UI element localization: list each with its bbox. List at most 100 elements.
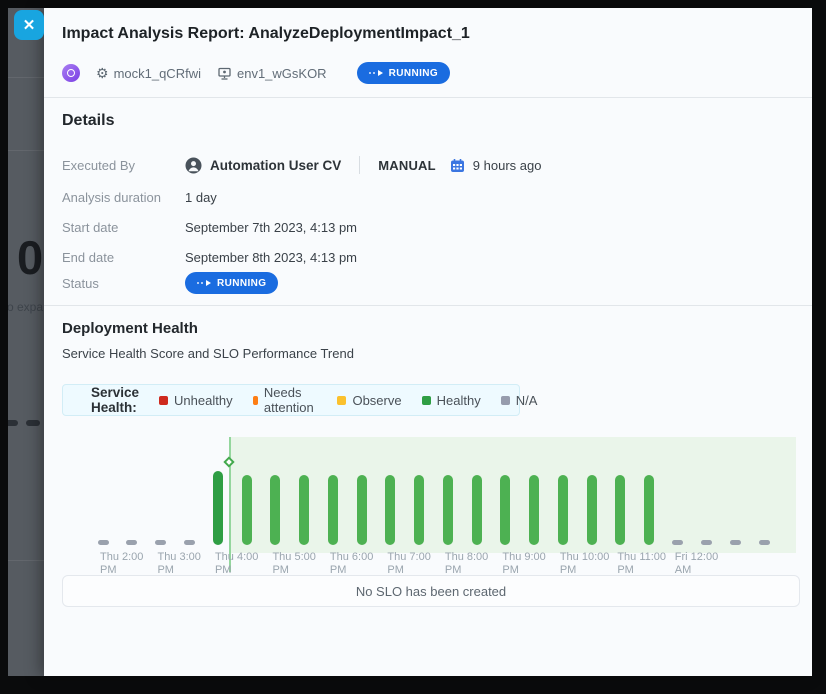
x-axis-label: Thu 7:00PM bbox=[387, 551, 430, 577]
underlay-partial-text: To expa bbox=[8, 300, 43, 314]
section-divider bbox=[44, 305, 812, 306]
legend-label: Observe bbox=[352, 393, 401, 408]
trigger-type: MANUAL bbox=[378, 158, 436, 173]
health-bar[interactable] bbox=[98, 540, 109, 545]
health-bar[interactable] bbox=[472, 475, 482, 545]
legend-swatch bbox=[422, 396, 431, 405]
gear-icon: ⚙ bbox=[96, 66, 109, 80]
health-bar[interactable] bbox=[615, 475, 625, 545]
environment-icon bbox=[217, 66, 232, 81]
legend-item: Healthy bbox=[422, 393, 481, 408]
legend-label: Healthy bbox=[437, 393, 481, 408]
x-axis-label: Thu 6:00PM bbox=[330, 551, 373, 577]
health-bar[interactable] bbox=[701, 540, 712, 545]
header-divider bbox=[44, 97, 812, 98]
deployment-health-heading: Deployment Health bbox=[62, 320, 198, 337]
health-bar[interactable] bbox=[644, 475, 654, 545]
detail-row-executed-by: Executed By Automation User CV MANUAL bbox=[62, 154, 794, 176]
health-bar[interactable] bbox=[672, 540, 683, 545]
health-bar[interactable] bbox=[443, 475, 453, 545]
health-bar[interactable] bbox=[242, 475, 252, 545]
detail-label: Status bbox=[62, 276, 185, 291]
health-bar[interactable] bbox=[270, 475, 280, 545]
close-icon: ✕ bbox=[23, 16, 36, 34]
health-bar[interactable] bbox=[730, 540, 741, 545]
health-bar[interactable] bbox=[385, 475, 395, 545]
x-axis-label: Fri 12:00AM bbox=[675, 551, 718, 577]
x-axis-label: Thu 4:00PM bbox=[215, 551, 258, 577]
legend-label: Needs attention bbox=[264, 385, 318, 415]
x-axis-label: Thu 10:00PM bbox=[560, 551, 610, 577]
detail-row-status: Status RUNNING bbox=[62, 272, 794, 294]
underlay-divider bbox=[8, 150, 44, 151]
x-axis-label: Thu 8:00PM bbox=[445, 551, 488, 577]
x-axis-label: Thu 5:00PM bbox=[272, 551, 315, 577]
legend-swatch bbox=[253, 396, 258, 405]
user-icon bbox=[185, 157, 202, 174]
detail-label: Analysis duration bbox=[62, 190, 185, 205]
slo-empty-state: No SLO has been created bbox=[62, 575, 800, 607]
x-axis-label: Thu 11:00PM bbox=[617, 551, 666, 577]
detail-value: September 7th 2023, 4:13 pm bbox=[185, 220, 357, 235]
legend-item: Needs attention bbox=[253, 385, 318, 415]
slo-empty-message: No SLO has been created bbox=[356, 584, 506, 599]
screenshot-frame: 0 To expa ✕ Impact Analysis Report: Anal… bbox=[0, 0, 826, 694]
x-axis-label: Thu 9:00PM bbox=[502, 551, 545, 577]
legend-label: Unhealthy bbox=[174, 393, 233, 408]
legend-swatch bbox=[501, 396, 510, 405]
health-bar[interactable] bbox=[184, 540, 195, 545]
details-heading: Details bbox=[62, 112, 114, 130]
deployment-health-subheading: Service Health Score and SLO Performance… bbox=[62, 346, 354, 361]
status-badge-label: RUNNING bbox=[389, 68, 438, 79]
underlay-divider bbox=[8, 77, 44, 78]
service-health-legend: Service Health: UnhealthyNeeds attention… bbox=[62, 384, 520, 416]
health-bar[interactable] bbox=[587, 475, 597, 545]
close-button[interactable]: ✕ bbox=[14, 10, 44, 40]
underlay-dash bbox=[8, 420, 18, 426]
executed-by-value-group: Automation User CV MANUAL 9 hours ago bbox=[185, 156, 541, 174]
health-bar[interactable] bbox=[299, 475, 309, 545]
executed-by-user: Automation User CV bbox=[210, 158, 341, 173]
health-bar[interactable] bbox=[414, 475, 424, 545]
legend-item: N/A bbox=[501, 393, 538, 408]
detail-label: Executed By bbox=[62, 158, 185, 173]
running-icon bbox=[369, 70, 383, 76]
health-bar[interactable] bbox=[213, 471, 223, 545]
detail-value: September 8th 2023, 4:13 pm bbox=[185, 250, 357, 265]
health-bar[interactable] bbox=[357, 475, 367, 545]
header-meta-row: ⚙ mock1_qCRfwi env1_wGsKOR RUNNING bbox=[62, 62, 450, 84]
legend-item: Observe bbox=[337, 393, 401, 408]
service-chip-label: mock1_qCRfwi bbox=[114, 66, 201, 81]
detail-value: 1 day bbox=[185, 190, 217, 205]
health-bar[interactable] bbox=[529, 475, 539, 545]
value-separator bbox=[359, 156, 360, 174]
running-icon bbox=[197, 280, 211, 286]
detail-label: End date bbox=[62, 250, 185, 265]
calendar-icon bbox=[450, 158, 465, 173]
legend-label: N/A bbox=[516, 393, 538, 408]
legend-swatch bbox=[337, 396, 346, 405]
health-chart: Thu 2:00PM Thu 3:00PM Thu 4:00PM Thu 5:00PM… bbox=[62, 428, 802, 580]
health-bar[interactable] bbox=[500, 475, 510, 545]
x-axis-label: Thu 2:00PM bbox=[100, 551, 143, 577]
status-badge: RUNNING bbox=[185, 272, 278, 294]
detail-row-end-date: End date September 8th 2023, 4:13 pm bbox=[62, 246, 794, 268]
underlay-dash bbox=[26, 420, 40, 426]
dimmed-background-page: 0 To expa bbox=[8, 8, 44, 676]
avatar-icon bbox=[67, 69, 75, 77]
health-bar[interactable] bbox=[126, 540, 137, 545]
underlay-divider bbox=[8, 560, 44, 561]
service-chip[interactable]: ⚙ mock1_qCRfwi bbox=[96, 66, 201, 81]
detail-label: Start date bbox=[62, 220, 185, 235]
environment-chip[interactable]: env1_wGsKOR bbox=[217, 66, 327, 81]
status-badge-label: RUNNING bbox=[217, 278, 266, 289]
legend-swatch bbox=[159, 396, 168, 405]
legend-item: Unhealthy bbox=[159, 393, 233, 408]
health-bar[interactable] bbox=[155, 540, 166, 545]
health-bar[interactable] bbox=[328, 475, 338, 545]
health-bar[interactable] bbox=[558, 475, 568, 545]
detail-row-duration: Analysis duration 1 day bbox=[62, 186, 794, 208]
environment-chip-label: env1_wGsKOR bbox=[237, 66, 327, 81]
x-axis-label: Thu 3:00PM bbox=[157, 551, 200, 577]
health-bar[interactable] bbox=[759, 540, 770, 545]
